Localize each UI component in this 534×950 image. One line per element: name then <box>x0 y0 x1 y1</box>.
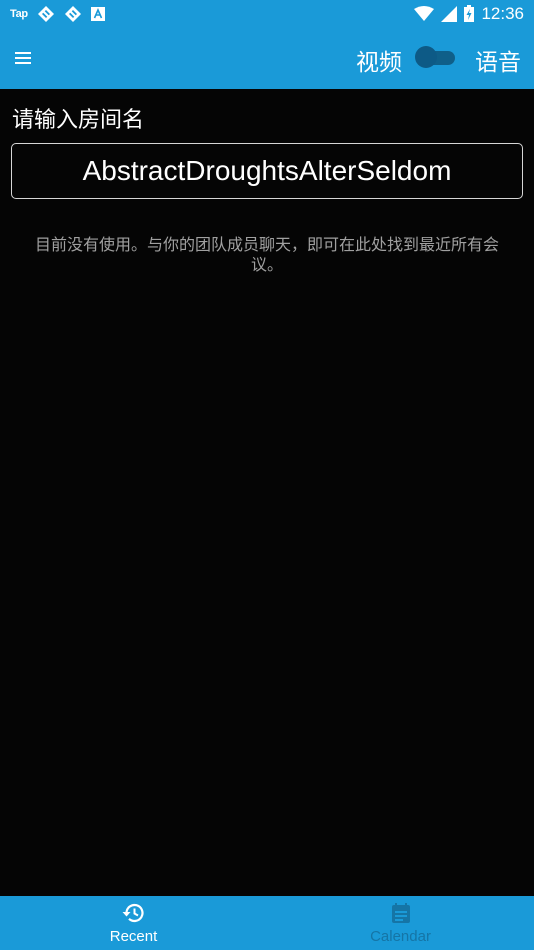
tab-recent-label: Recent <box>109 928 158 945</box>
status-bar-left: Tap <box>10 5 105 23</box>
room-name-input[interactable] <box>11 143 523 199</box>
status-clock: 12:36 <box>481 3 524 23</box>
status-bar: Tap 12:36 <box>0 0 534 27</box>
notification-icon <box>64 5 81 22</box>
bottom-navigation: Recent Calendar <box>0 896 534 950</box>
toggle-thumb <box>415 46 437 68</box>
tap-label: Tap <box>10 7 28 20</box>
audio-video-toggle[interactable] <box>415 46 455 68</box>
calendar-icon <box>391 903 410 923</box>
empty-state-message: 目前没有使用。与你的团队成员聊天，即可在此处找到最近所有会议。 <box>34 235 499 274</box>
video-mode-label[interactable]: 视频 <box>356 43 402 77</box>
notification-icon <box>37 5 54 22</box>
audio-mode-label[interactable]: 语音 <box>475 43 521 77</box>
wifi-icon <box>414 5 435 21</box>
a-app-icon <box>90 6 105 21</box>
room-name-label: 请输入房间名 <box>12 108 145 133</box>
tab-calendar-label: Calendar <box>370 928 431 945</box>
battery-charging-icon <box>464 5 475 22</box>
app-bar: 视频 语音 <box>0 27 534 89</box>
status-bar-right: 12:36 <box>414 4 524 24</box>
history-icon <box>122 903 144 923</box>
signal-icon <box>441 5 458 22</box>
tab-recent[interactable]: Recent <box>0 896 267 950</box>
tab-calendar[interactable]: Calendar <box>267 896 534 950</box>
hamburger-menu-icon[interactable] <box>8 43 38 73</box>
